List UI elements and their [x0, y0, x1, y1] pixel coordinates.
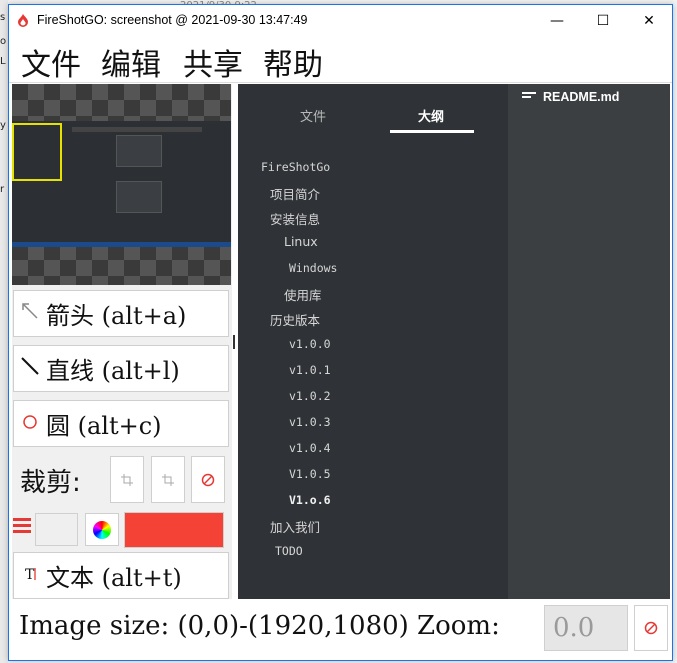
crop-top-left-button[interactable] [110, 456, 144, 503]
outline-item[interactable]: v1.0.1 [289, 363, 331, 377]
bg-char: L [0, 56, 6, 67]
image-size-label: Image size: (0,0)-(1920,1080) Zoom: [19, 611, 500, 641]
outline-item[interactable]: 使用库 [284, 285, 322, 304]
text-tool-button[interactable]: T 文本 (alt+t) [13, 552, 229, 599]
menu-edit[interactable]: 编辑 [101, 40, 161, 84]
zoom-reset-button[interactable] [634, 605, 668, 651]
menu-share[interactable]: 共享 [183, 40, 243, 84]
svg-text:T: T [25, 567, 35, 583]
arrow-tool-label: 箭头 (alt+a) [46, 302, 187, 330]
zoom-input[interactable]: 0.0 [544, 605, 628, 651]
outline-sidebar: 文件 大纲 FireShotGo 项目简介 安装信息 Linux Windows… [238, 84, 508, 599]
flame-icon [18, 14, 28, 27]
readme-heading[interactable]: README.md [522, 90, 619, 104]
tools-panel: 箭头 (alt+a) 直线 (alt+l) 圆 (alt+c) 裁剪: T 文本… [12, 84, 232, 599]
bg-char: r [0, 184, 5, 195]
thickness-selector[interactable] [35, 513, 78, 546]
background-window-edge: s o L y r [0, 0, 8, 663]
thumbnail-toolbar [72, 127, 202, 132]
line-icon [14, 355, 46, 383]
outline-item[interactable]: Linux [284, 234, 318, 249]
no-icon [644, 621, 658, 635]
crop-top-left-icon [121, 473, 133, 486]
crop-reset-button[interactable] [191, 456, 225, 503]
menu-file[interactable]: 文件 [21, 40, 81, 84]
outline-item[interactable]: FireShotGo [261, 160, 330, 174]
title-bar[interactable]: FireShotGO: screenshot @ 2021-09-30 13:4… [9, 5, 672, 36]
readme-filename: README.md [543, 90, 620, 104]
menu-help[interactable]: 帮助 [263, 40, 323, 84]
screenshot-thumbnail[interactable] [12, 84, 231, 285]
status-bar: Image size: (0,0)-(1920,1080) Zoom: 0.0 [9, 601, 672, 660]
active-tab-indicator [390, 130, 474, 133]
file-list-icon [522, 92, 536, 102]
color-picker-button[interactable] [85, 513, 119, 546]
thumbnail-window [116, 135, 162, 167]
thickness-menu-icon[interactable] [13, 518, 31, 536]
minimize-button[interactable]: — [534, 5, 580, 36]
outline-item[interactable]: 加入我们 [270, 517, 320, 536]
bg-char: y [0, 120, 6, 131]
color-wheel-icon [93, 520, 111, 539]
outline-item[interactable]: 安装信息 [270, 209, 320, 228]
outline-item[interactable]: 项目简介 [270, 184, 320, 203]
outline-item[interactable]: Windows [289, 261, 337, 275]
text-icon: T [14, 562, 46, 590]
fireshot-window: FireShotGO: screenshot @ 2021-09-30 13:4… [8, 4, 673, 661]
bg-char: o [0, 36, 7, 47]
tab-outline[interactable]: 大纲 [418, 106, 444, 125]
outline-item[interactable]: 历史版本 [270, 310, 320, 329]
crop-bottom-right-icon [162, 473, 174, 486]
menu-bar: 文件 编辑 共享 帮助 [9, 36, 672, 83]
crop-bottom-right-button[interactable] [151, 456, 185, 503]
circle-tool-label: 圆 (alt+c) [46, 412, 162, 440]
outline-item[interactable]: V1.o.6 [289, 493, 331, 507]
outline-item[interactable]: TODO [275, 544, 303, 558]
circle-tool-button[interactable]: 圆 (alt+c) [13, 400, 229, 447]
arrow-tool-button[interactable]: 箭头 (alt+a) [13, 290, 229, 337]
outline-item[interactable]: v1.0.0 [289, 337, 331, 351]
crop-label: 裁剪: [20, 468, 81, 498]
preview-pane: 文件 大纲 FireShotGo 项目简介 安装信息 Linux Windows… [238, 84, 670, 599]
outline-item[interactable]: v1.0.3 [289, 415, 331, 429]
no-icon [201, 473, 215, 486]
outline-item[interactable]: v1.0.2 [289, 389, 331, 403]
thumbnail-taskbar [12, 242, 231, 247]
current-color-swatch[interactable] [124, 512, 224, 548]
close-button[interactable]: ✕ [626, 5, 672, 36]
tab-files[interactable]: 文件 [300, 106, 326, 125]
selection-rectangle[interactable] [12, 123, 62, 181]
circle-icon [14, 410, 46, 438]
outline-item[interactable]: v1.0.4 [289, 441, 331, 455]
editor-pane: README.md [508, 84, 670, 599]
maximize-button[interactable]: ☐ [580, 5, 626, 36]
thumbnail-window [116, 181, 162, 213]
window-title: FireShotGO: screenshot @ 2021-09-30 13:4… [37, 13, 308, 27]
line-tool-label: 直线 (alt+l) [46, 357, 180, 385]
bg-char: s [0, 12, 6, 23]
outline-item[interactable]: V1.0.5 [289, 467, 331, 481]
splitter-handle[interactable] [233, 335, 235, 349]
arrow-icon [14, 300, 46, 328]
line-tool-button[interactable]: 直线 (alt+l) [13, 345, 229, 392]
text-tool-label: 文本 (alt+t) [46, 564, 182, 592]
